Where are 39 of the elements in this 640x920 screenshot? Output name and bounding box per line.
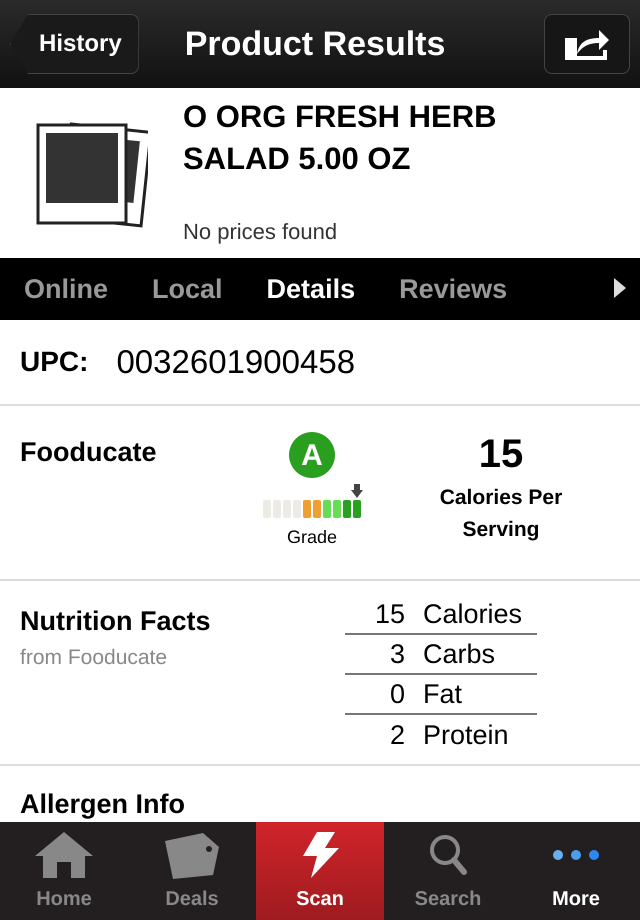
arrow-down-icon xyxy=(351,484,363,498)
nutrient-amount: 15 xyxy=(374,598,405,631)
tab-bar-item[interactable]: Deals xyxy=(128,822,256,920)
calorie-label: Calories Per Serving xyxy=(438,485,564,543)
tab[interactable]: Local xyxy=(152,268,223,310)
nutrient-name: Fat xyxy=(423,678,462,711)
nutrient-amount: 3 xyxy=(388,638,405,671)
price-status: No prices found xyxy=(183,218,338,246)
nutrient-name: Carbs xyxy=(423,638,496,671)
tab[interactable]: Reviews xyxy=(399,268,508,310)
scroll-right-icon[interactable] xyxy=(614,278,626,298)
section-title: Allergen Info xyxy=(20,788,186,821)
calorie-count: 15 xyxy=(478,432,524,476)
search-icon xyxy=(429,834,467,876)
screen-title: Product Results xyxy=(184,24,446,64)
home-icon xyxy=(35,832,93,878)
tab-bar-item[interactable]: Scan xyxy=(256,822,384,920)
grade-label: Grade xyxy=(286,526,338,549)
tag-icon xyxy=(163,831,221,879)
product-name: O ORG FRESH HERB SALAD 5.00 OZ xyxy=(183,98,498,178)
more-icon xyxy=(552,849,600,861)
nutrient-amount: 0 xyxy=(388,678,405,711)
nutrient-amount: 2 xyxy=(388,718,405,752)
section-title: Nutrition Facts xyxy=(20,605,212,638)
upc-label: UPC: xyxy=(20,345,88,379)
tab-bar-item[interactable]: Home xyxy=(0,822,128,920)
nutrient-name: Calories xyxy=(423,598,522,631)
grade-badge: A xyxy=(289,432,335,478)
nutrient-name: Protein xyxy=(423,718,509,752)
tab-bar-item[interactable]: Search xyxy=(384,822,512,920)
lightning-icon xyxy=(301,832,339,878)
share-button[interactable] xyxy=(544,14,630,74)
tab-bar-item[interactable]: More xyxy=(512,822,640,920)
back-button[interactable]: History xyxy=(10,14,139,74)
section-subtitle: from Fooducate xyxy=(20,644,168,670)
tab[interactable]: Online xyxy=(24,268,108,310)
upc-value: 0032601900458 xyxy=(116,342,356,382)
section-title: Fooducate xyxy=(20,436,158,469)
tab[interactable]: Details xyxy=(266,268,356,310)
